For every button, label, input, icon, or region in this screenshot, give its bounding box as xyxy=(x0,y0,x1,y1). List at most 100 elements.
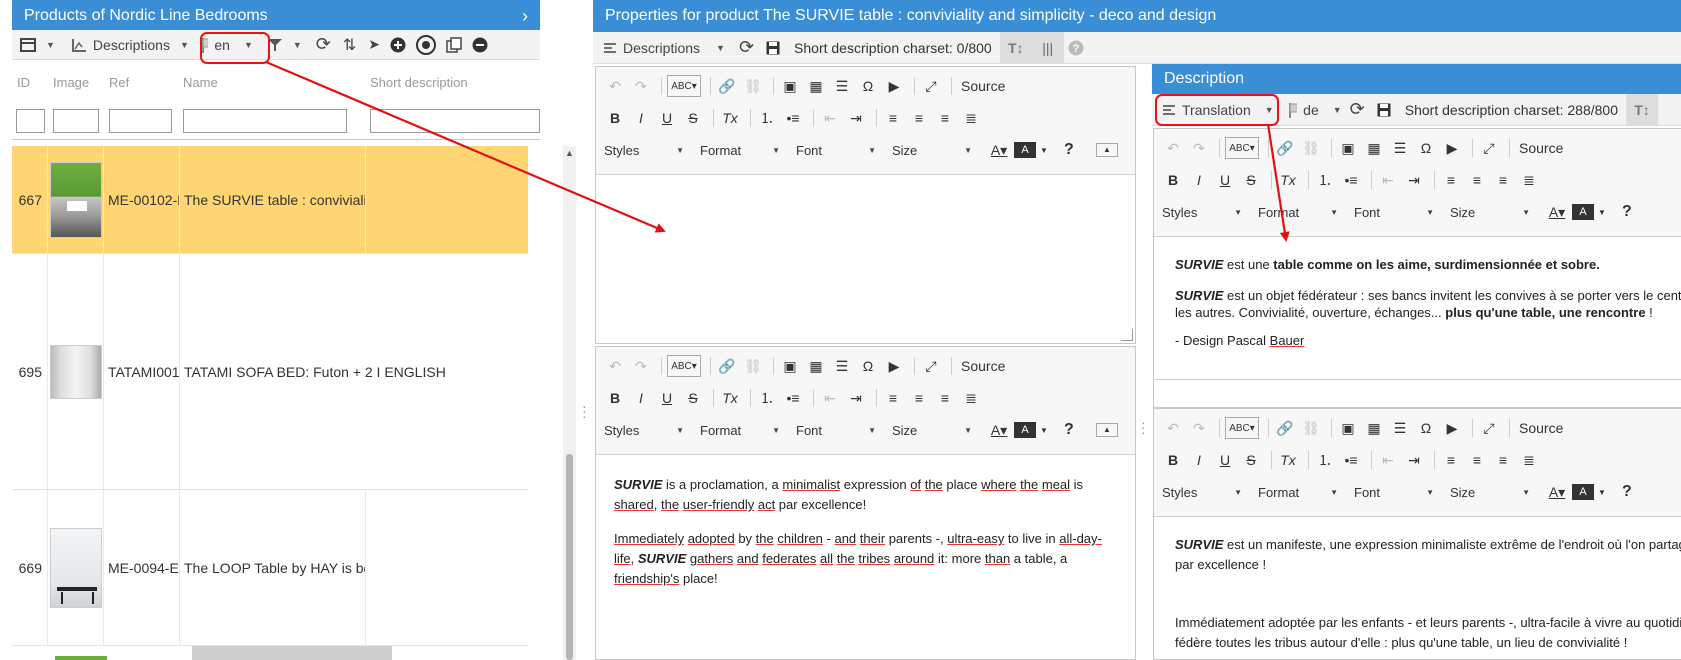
table-row[interactable]: 669 ME-0094-EX The LOOP Table by HAY is … xyxy=(12,490,528,646)
font-combo[interactable]: Font ▼ xyxy=(1354,481,1440,503)
strikethrough-icon[interactable]: S xyxy=(682,107,704,129)
align-center-icon[interactable]: ≡ xyxy=(1466,169,1488,191)
text-height-icon[interactable]: T↕ xyxy=(1626,93,1659,126)
underline-icon[interactable]: U xyxy=(1214,169,1236,191)
italic-icon[interactable]: I xyxy=(630,107,652,129)
text-color-icon[interactable]: A▾ xyxy=(988,139,1010,161)
filter-id-input[interactable] xyxy=(16,109,45,133)
horizontal-line-icon[interactable]: ☰ xyxy=(831,355,853,377)
underline-icon[interactable]: U xyxy=(656,387,678,409)
filter-short-description-input[interactable] xyxy=(370,109,540,133)
column-header-name[interactable]: Name xyxy=(183,75,218,90)
format-combo[interactable]: Format ▼ xyxy=(700,139,786,161)
collapse-toolbar-icon[interactable]: ▲ xyxy=(1095,143,1118,157)
align-justify-icon[interactable]: ≣ xyxy=(1518,449,1540,471)
short-description-content-de[interactable]: SURVIE est une table comme on les aime, … xyxy=(1175,255,1681,351)
help-icon[interactable]: ? xyxy=(1616,481,1638,503)
scroll-up-arrow-icon[interactable]: ▲ xyxy=(565,148,574,158)
font-combo[interactable]: Font ▼ xyxy=(796,419,882,441)
align-right-icon[interactable]: ≡ xyxy=(1492,449,1514,471)
size-combo[interactable]: Size ▼ xyxy=(1450,201,1536,223)
outdent-icon[interactable]: ⇤ xyxy=(819,107,841,129)
spellcheck-icon[interactable]: ABC▾ xyxy=(1225,137,1259,159)
save-icon[interactable] xyxy=(762,35,784,61)
bullet-list-icon[interactable]: •≡ xyxy=(782,387,804,409)
styles-combo[interactable]: Styles ▼ xyxy=(1162,481,1248,503)
text-color-icon[interactable]: A▾ xyxy=(1546,481,1568,503)
column-header-ref[interactable]: Ref xyxy=(109,75,129,90)
align-justify-icon[interactable]: ≣ xyxy=(1518,169,1540,191)
outdent-icon[interactable]: ⇤ xyxy=(1377,449,1399,471)
styles-combo[interactable]: Styles ▼ xyxy=(604,419,690,441)
unlink-icon[interactable]: ⛓ xyxy=(1300,137,1322,159)
styles-combo[interactable]: Styles ▼ xyxy=(1162,201,1248,223)
remove-format-icon[interactable]: Tx xyxy=(1277,169,1299,191)
align-center-icon[interactable]: ≡ xyxy=(1466,449,1488,471)
outdent-icon[interactable]: ⇤ xyxy=(819,387,841,409)
spellcheck-icon[interactable]: ABC▾ xyxy=(667,355,701,377)
editor-splitter[interactable]: · · · xyxy=(1137,64,1152,660)
special-char-icon[interactable]: Ω xyxy=(857,75,879,97)
indent-icon[interactable]: ⇥ xyxy=(845,387,867,409)
redo-icon[interactable]: ↷ xyxy=(1188,417,1210,439)
link-icon[interactable]: 🔗 xyxy=(1274,417,1296,439)
panel-splitter[interactable]: · · · xyxy=(577,0,593,660)
maximize-icon[interactable]: ⤢ xyxy=(920,355,942,377)
descriptions-dropdown[interactable]: Descriptions ▼ xyxy=(67,32,193,58)
background-color-icon[interactable]: A xyxy=(1572,484,1594,500)
redo-icon[interactable]: ↷ xyxy=(630,75,652,97)
copy-icon[interactable] xyxy=(442,32,466,58)
align-left-icon[interactable]: ≡ xyxy=(1440,169,1462,191)
spellcheck-icon[interactable]: ABC▾ xyxy=(667,75,701,97)
link-icon[interactable]: 🔗 xyxy=(1274,137,1296,159)
background-color-icon[interactable]: A xyxy=(1014,142,1036,158)
bold-icon[interactable]: B xyxy=(604,107,626,129)
filter-image-input[interactable] xyxy=(53,109,99,133)
align-right-icon[interactable]: ≡ xyxy=(934,387,956,409)
table-row[interactable]: 667 ME-00102-E The SURVIE table : conviv… xyxy=(12,146,528,254)
font-combo[interactable]: Font ▼ xyxy=(1354,201,1440,223)
remove-circle-icon[interactable] xyxy=(468,32,492,58)
undo-icon[interactable]: ↶ xyxy=(604,75,626,97)
descriptions-dropdown[interactable]: Descriptions ▼ xyxy=(599,35,729,61)
link-icon[interactable]: 🔗 xyxy=(716,355,738,377)
filter-ref-input[interactable] xyxy=(109,109,172,133)
align-justify-icon[interactable]: ≣ xyxy=(960,387,982,409)
format-combo[interactable]: Format ▼ xyxy=(1258,201,1344,223)
numbered-list-icon[interactable]: ⒈ xyxy=(756,387,778,409)
undo-icon[interactable]: ↶ xyxy=(1162,417,1184,439)
indent-icon[interactable]: ⇥ xyxy=(1403,169,1425,191)
horizontal-line-icon[interactable]: ☰ xyxy=(1389,417,1411,439)
numbered-list-icon[interactable]: ⒈ xyxy=(1314,169,1336,191)
help-icon[interactable]: ? xyxy=(1616,201,1638,223)
maximize-icon[interactable]: ⤢ xyxy=(920,75,942,97)
format-combo[interactable]: Format ▼ xyxy=(1258,481,1344,503)
horizontal-line-icon[interactable]: ☰ xyxy=(831,75,853,97)
help-icon[interactable]: ? xyxy=(1058,419,1080,441)
image-icon[interactable]: ▣ xyxy=(779,355,801,377)
align-left-icon[interactable]: ≡ xyxy=(1440,449,1462,471)
background-color-icon[interactable]: A xyxy=(1572,204,1594,220)
scrollbar-thumb[interactable] xyxy=(566,454,573,660)
strikethrough-icon[interactable]: S xyxy=(1240,169,1262,191)
bullet-list-icon[interactable]: •≡ xyxy=(782,107,804,129)
italic-icon[interactable]: I xyxy=(1188,449,1210,471)
video-icon[interactable]: ▶ xyxy=(883,355,905,377)
source-button[interactable]: Source xyxy=(1515,417,1567,439)
outdent-icon[interactable]: ⇤ xyxy=(1377,169,1399,191)
maximize-icon[interactable]: ⤢ xyxy=(1478,137,1500,159)
spellcheck-icon[interactable]: ABC▾ xyxy=(1225,417,1259,439)
filter-name-input[interactable] xyxy=(183,109,347,133)
image-icon[interactable]: ▣ xyxy=(779,75,801,97)
source-button[interactable]: Source xyxy=(957,355,1009,377)
column-header-short-description[interactable]: Short description xyxy=(370,75,468,90)
size-combo[interactable]: Size ▼ xyxy=(892,139,978,161)
strikethrough-icon[interactable]: S xyxy=(1240,449,1262,471)
image-icon[interactable]: ▣ xyxy=(1337,417,1359,439)
save-icon[interactable] xyxy=(1373,97,1395,123)
language-selector[interactable]: de ▼ xyxy=(1284,97,1346,123)
help-icon[interactable]: ? xyxy=(1064,35,1088,61)
remove-format-icon[interactable]: Tx xyxy=(719,107,741,129)
undo-icon[interactable]: ↶ xyxy=(1162,137,1184,159)
special-char-icon[interactable]: Ω xyxy=(1415,417,1437,439)
